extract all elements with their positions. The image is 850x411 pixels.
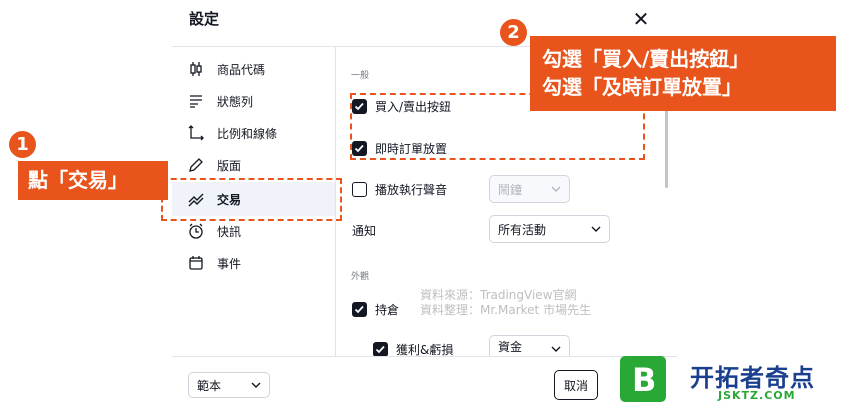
alarm-clock-icon [187, 222, 205, 240]
candlestick-icon [187, 60, 205, 78]
calendar-icon [187, 254, 205, 272]
pencil-icon [187, 156, 205, 174]
play-sound-option[interactable]: 播放執行聲音 [352, 181, 447, 198]
section-label-appearance: 外觀 [351, 272, 370, 282]
scale-lines-icon [187, 124, 205, 142]
option-label: 播放執行聲音 [375, 183, 448, 197]
sidebar-item-events[interactable]: 事件 [187, 250, 241, 276]
sidebar-item-label: 版面 [217, 158, 242, 173]
checkbox-unchecked[interactable] [352, 182, 367, 197]
checkbox-checked[interactable] [373, 342, 388, 357]
sidebar-item-appearance[interactable]: 版面 [187, 152, 241, 178]
cancel-button[interactable]: 取消 [554, 370, 598, 400]
watermark-line: 資料來源：TradingView官網 [420, 288, 577, 302]
callout-step-2: 勾選「買入/賣出按鈕」 勾選「及時訂單放置」 [530, 36, 836, 111]
sidebar-item-label: 事件 [217, 256, 242, 271]
close-icon[interactable]: ✕ [630, 8, 652, 30]
dialog-title: 設定 [189, 10, 220, 28]
logo-text: 开拓者奇点 [690, 364, 815, 392]
chevron-down-icon [551, 346, 561, 352]
callout-step-1: 點「交易」 [18, 161, 168, 200]
section-label-general: 一般 [351, 71, 370, 81]
sidebar-item-label: 狀態列 [217, 94, 254, 109]
step-badge-1: 1 [9, 131, 36, 158]
highlight-trading [161, 178, 342, 221]
positions-option[interactable]: 持倉 [352, 301, 399, 318]
chevron-down-icon [251, 382, 261, 388]
callout-line: 勾選「及時訂單放置」 [542, 75, 742, 99]
screenshot: 設定 ✕ 商品代碼 狀態列 比例和線條 版面 交易 快訊 事件 一般 買入/賣出… [0, 0, 850, 411]
sidebar-item-symbol[interactable]: 商品代碼 [187, 56, 265, 82]
logo-letter: B [632, 361, 657, 399]
notify-select-value: 所有活動 [498, 222, 547, 237]
step-badge-2: 2 [500, 19, 527, 46]
notify-label: 通知 [352, 224, 377, 238]
source-watermark: 資料來源：TradingView官網 資料整理：Mr.Market 市場先生 [420, 288, 591, 318]
sidebar-item-label: 快訊 [217, 224, 242, 239]
site-logo: B 开拓者奇点 JSKTZ.COM [620, 356, 850, 411]
sidebar-item-alerts[interactable]: 快訊 [187, 218, 241, 244]
divider [172, 356, 677, 357]
chevron-down-icon [551, 186, 561, 192]
sidebar-item-label: 商品代碼 [217, 62, 266, 77]
callout-line: 勾選「買入/賣出按鈕」 [542, 47, 750, 71]
sidebar-item-scales[interactable]: 比例和線條 [187, 120, 277, 146]
sound-select[interactable]: 鬧鐘 [489, 175, 570, 203]
pnl-select[interactable]: 資金 [489, 335, 570, 357]
sound-select-value: 鬧鐘 [498, 182, 523, 197]
option-label: 持倉 [375, 303, 400, 317]
sidebar-item-status-line[interactable]: 狀態列 [187, 88, 253, 114]
pnl-select-value: 資金 [498, 340, 523, 354]
template-select-value: 範本 [197, 378, 222, 393]
logo-domain: JSKTZ.COM [718, 389, 796, 402]
watermark-line: 資料整理：Mr.Market 市場先生 [420, 303, 592, 317]
notify-select[interactable]: 所有活動 [489, 215, 610, 243]
chevron-down-icon [591, 226, 601, 232]
checkbox-checked[interactable] [352, 302, 367, 317]
template-select[interactable]: 範本 [188, 372, 270, 398]
sidebar-item-label: 比例和線條 [217, 126, 278, 141]
status-lines-icon [187, 92, 205, 110]
